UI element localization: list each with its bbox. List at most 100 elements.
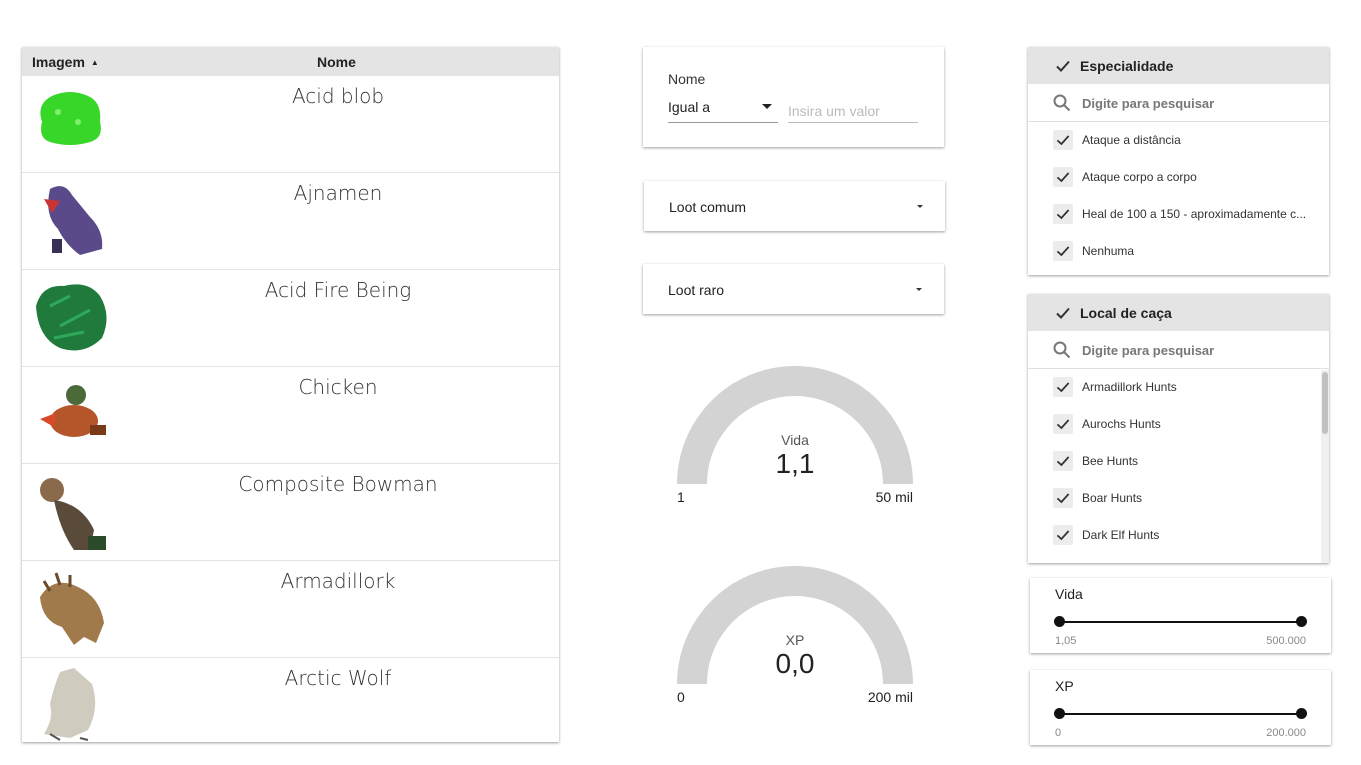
check-icon	[1053, 56, 1073, 76]
vida-slider-track[interactable]	[1060, 621, 1301, 623]
monster-table: Imagem ▲ Nome Acid blob Ajnamen Acid Fire B…	[22, 47, 559, 742]
checkbox[interactable]	[1053, 167, 1073, 187]
monster-image	[30, 664, 114, 742]
specialty-filter: Especialidade Ataque a distância Ataque c…	[1028, 47, 1329, 275]
loot-rare-label: Loot raro	[668, 282, 725, 298]
ajnamen-sprite-icon	[44, 186, 103, 255]
vida-gauge-value: 1,1	[775, 448, 815, 479]
xp-gauge-max: 200 mil	[867, 689, 913, 705]
name-value-input[interactable]	[788, 99, 918, 123]
vida-slider-title: Vida	[1055, 586, 1083, 602]
caret-down-icon	[917, 205, 923, 208]
xp-range-slider: XP 0 200.000	[1030, 670, 1331, 745]
check-icon	[1056, 493, 1070, 504]
vida-slider-max: 500.000	[1266, 635, 1306, 647]
vida-gauge: Vida 1,1 1 50 mil	[665, 360, 925, 510]
checkbox[interactable]	[1053, 377, 1073, 397]
sort-ascending-icon: ▲	[90, 58, 99, 67]
checkbox[interactable]	[1053, 525, 1073, 545]
list-item[interactable]: Bee Hunts	[1028, 443, 1329, 480]
hunting-place-filter: Local de caça Armadillork Hunts Aurochs H…	[1028, 294, 1329, 563]
specialty-items: Ataque a distância Ataque corpo a corpo He…	[1028, 122, 1329, 270]
xp-slider-min: 0	[1055, 727, 1062, 739]
vida-slider-min: 1,05	[1055, 635, 1077, 647]
table-row[interactable]: Chicken	[22, 367, 559, 464]
list-item[interactable]: Nenhuma	[1028, 233, 1329, 270]
list-item[interactable]: Dark Elf Hunts	[1028, 517, 1329, 554]
list-item[interactable]: Aurochs Hunts	[1028, 406, 1329, 443]
checkbox[interactable]	[1053, 204, 1073, 224]
table-row[interactable]: Arctic Wolf	[22, 658, 559, 742]
check-icon	[1053, 303, 1073, 323]
list-item-label: Boar Hunts	[1082, 491, 1143, 505]
xp-gauge-label: XP	[785, 632, 805, 648]
checkbox[interactable]	[1053, 451, 1073, 471]
table-header: Imagem ▲ Nome	[22, 47, 559, 76]
xp-slider-track[interactable]	[1060, 713, 1301, 715]
list-item-label: Aurochs Hunts	[1082, 417, 1161, 431]
hunting-scrollbar[interactable]	[1321, 370, 1329, 563]
check-icon	[1056, 530, 1070, 541]
list-item[interactable]: Armadillork Hunts	[1028, 369, 1329, 406]
search-icon	[1052, 340, 1072, 365]
loot-common-label: Loot comum	[669, 199, 747, 215]
monster-name: Armadillork	[280, 569, 396, 593]
check-icon	[1056, 172, 1070, 183]
column-header-image[interactable]: Imagem ▲	[32, 54, 99, 70]
vida-slider-max-handle[interactable]	[1296, 616, 1307, 627]
monster-image	[30, 373, 114, 457]
vida-gauge-label: Vida	[781, 432, 809, 448]
specialty-search-input[interactable]	[1082, 92, 1302, 114]
list-item-label: Heal de 100 a 150 - aproximadamente c...	[1082, 207, 1307, 221]
column-header-name[interactable]: Nome	[317, 54, 356, 70]
hunting-select-all[interactable]: Local de caça	[1028, 294, 1329, 331]
loot-common-dropdown[interactable]: Loot comum	[644, 181, 945, 231]
list-item-label: Ataque a distância	[1082, 133, 1181, 147]
arctic-wolf-sprite-icon	[44, 668, 96, 741]
table-row[interactable]: Composite Bowman	[22, 464, 559, 561]
table-row[interactable]: Ajnamen	[22, 173, 559, 270]
xp-gauge: XP 0,0 0 200 mil	[665, 560, 925, 710]
monster-image	[30, 567, 114, 651]
hunting-search-input[interactable]	[1082, 339, 1302, 361]
monster-image	[30, 470, 114, 554]
checkbox[interactable]	[1053, 241, 1073, 261]
checkbox[interactable]	[1053, 414, 1073, 434]
list-item[interactable]: Heal de 100 a 150 - aproximadamente c...	[1028, 196, 1329, 233]
caret-down-icon	[916, 288, 922, 291]
checkbox[interactable]	[1053, 488, 1073, 508]
list-item[interactable]: Boar Hunts	[1028, 480, 1329, 517]
operator-select-value: Igual a	[668, 99, 711, 115]
list-item[interactable]: Ataque a distância	[1028, 122, 1329, 159]
composite-bowman-sprite-icon	[40, 478, 106, 550]
table-row[interactable]: Acid blob	[22, 76, 559, 173]
acid-blob-sprite-icon	[40, 92, 101, 145]
acid-fire-being-sprite-icon	[36, 284, 107, 351]
vida-slider-min-handle[interactable]	[1054, 616, 1065, 627]
xp-slider-max-handle[interactable]	[1296, 708, 1307, 719]
hunting-search	[1028, 331, 1329, 369]
monster-image	[30, 276, 114, 360]
operator-select[interactable]: Igual a	[668, 99, 778, 123]
table-row[interactable]: Acid Fire Being	[22, 270, 559, 367]
check-icon	[1056, 382, 1070, 393]
vida-range-slider: Vida 1,05 500.000	[1030, 578, 1331, 653]
loot-rare-dropdown[interactable]: Loot raro	[643, 264, 944, 314]
name-filter-card: Nome Igual a	[643, 47, 944, 147]
xp-slider-max: 200.000	[1266, 727, 1306, 739]
specialty-select-all[interactable]: Especialidade	[1028, 47, 1329, 84]
chicken-sprite-icon	[40, 385, 106, 437]
check-icon	[1056, 419, 1070, 430]
xp-gauge-min: 0	[677, 689, 685, 705]
xp-slider-min-handle[interactable]	[1054, 708, 1065, 719]
vida-gauge-min: 1	[677, 489, 685, 505]
monster-name: Chicken	[298, 375, 378, 399]
check-icon	[1056, 456, 1070, 467]
list-item[interactable]: Ataque corpo a corpo	[1028, 159, 1329, 196]
monster-image	[30, 82, 114, 166]
checkbox[interactable]	[1053, 130, 1073, 150]
scrollbar-thumb[interactable]	[1322, 372, 1328, 434]
list-item-label: Bee Hunts	[1082, 454, 1139, 468]
vida-gauge-max: 50 mil	[875, 489, 913, 505]
table-row[interactable]: Armadillork	[22, 561, 559, 658]
